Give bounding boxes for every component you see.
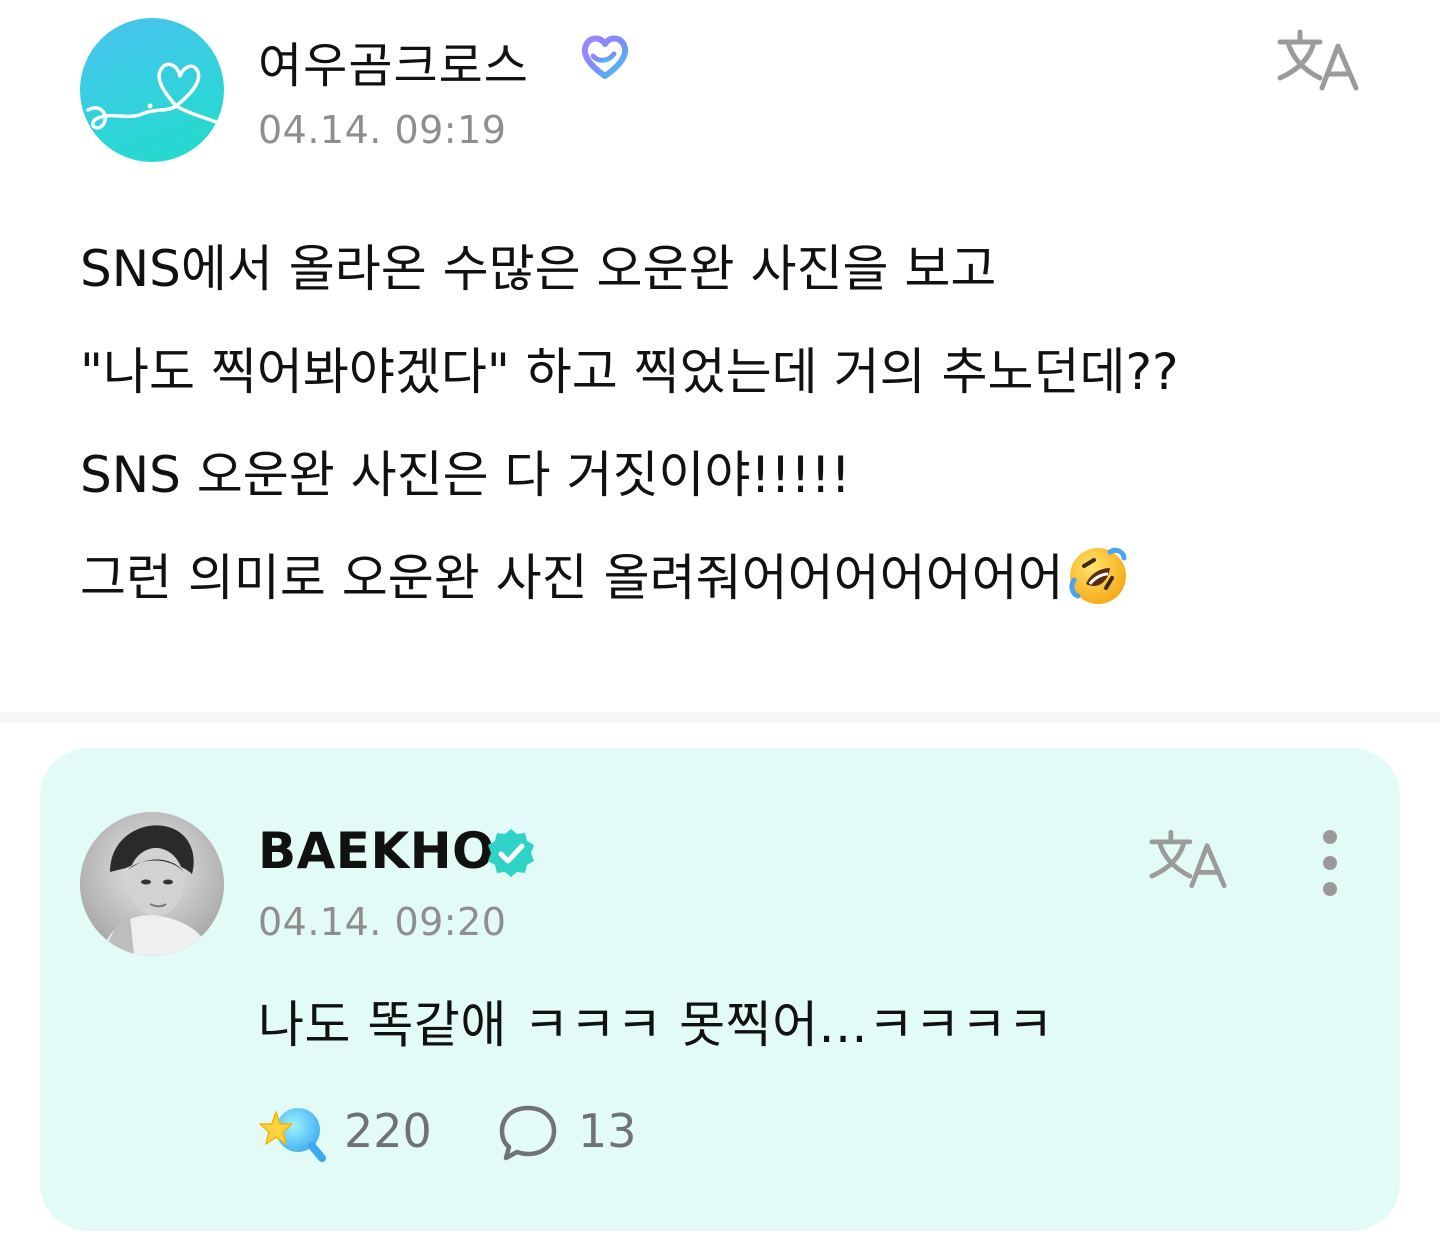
reply-count: 13 <box>578 1104 637 1158</box>
comment-text: 나도 똑같애 ㅋㅋㅋ 못찍어...ㅋㅋㅋㅋ <box>258 996 1054 1054</box>
fan-heart-badge-icon <box>581 35 629 79</box>
more-dot <box>1323 856 1337 870</box>
rolling-laughing-emoji-icon <box>1069 547 1127 604</box>
post-timestamp: 04.14. 09:19 <box>258 108 507 152</box>
translate-icon[interactable] <box>1148 828 1228 890</box>
comment-timestamp: 04.14. 09:20 <box>258 900 507 944</box>
like-count: 220 <box>344 1104 432 1158</box>
artist-photo-icon <box>80 812 224 956</box>
more-dot <box>1323 882 1337 896</box>
verified-badge-icon <box>488 829 534 877</box>
post-body: SNS에서 올라온 수많은 오운완 사진을 보고 "나도 찍어봐야겠다" 하고 … <box>80 218 1380 630</box>
post-author-name[interactable]: 여우곰크로스 <box>258 26 529 96</box>
translate-icon[interactable] <box>1276 28 1360 92</box>
section-divider <box>0 712 1440 722</box>
star-wand-icon <box>259 1108 326 1162</box>
comment-author-name[interactable]: BAEKHO <box>258 822 495 880</box>
reply-button[interactable]: 13 <box>498 1102 648 1162</box>
post-line: SNS 오운완 사진은 다 거짓이야!!!!! <box>80 446 851 504</box>
speech-bubble-icon <box>499 1105 557 1161</box>
post-line: 그런 의미로 오운완 사진 올려줘어어어어어어어 <box>80 549 1064 607</box>
like-button[interactable]: 220 <box>258 1102 448 1162</box>
more-dot <box>1323 830 1337 844</box>
more-vertical-icon[interactable] <box>1316 830 1344 896</box>
artist-avatar[interactable] <box>80 812 224 956</box>
post-line: SNS에서 올라온 수많은 오운완 사진을 보고 <box>80 240 997 298</box>
heart-doodle-icon <box>86 62 218 130</box>
fan-avatar[interactable] <box>80 18 224 162</box>
post-line-with-emoji: 그런 의미로 오운완 사진 올려줘어어어어어어어 <box>80 527 1380 630</box>
post-line: "나도 찍어봐야겠다" 하고 찍었는데 거의 추노던데?? <box>80 343 1179 401</box>
fan-post: 여우곰크로스 04.14. 09:19 SNS에서 올라온 수많은 오운완 사진… <box>0 0 1440 712</box>
